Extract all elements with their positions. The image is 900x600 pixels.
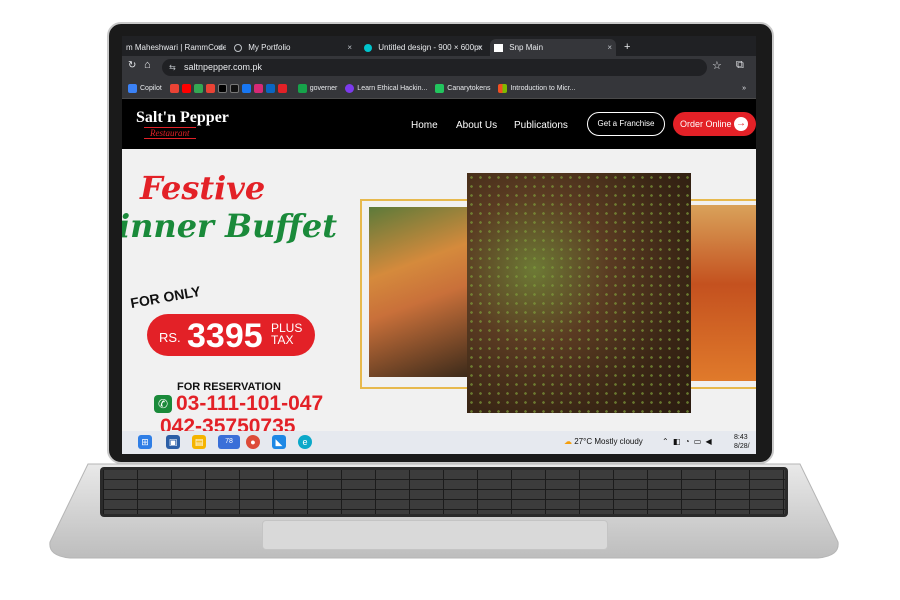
windows-start-icon[interactable]: ⊞ — [138, 435, 152, 449]
tab-rammcode[interactable]: m Maheshwari | RammCode × — [122, 39, 226, 56]
bookmark-star-icon[interactable]: ☆ — [712, 59, 722, 72]
karahi-photo — [467, 173, 691, 413]
get-franchise-button[interactable]: Get a Franchise — [587, 112, 665, 136]
phone-number-1[interactable]: ✆ 03-111-101-047 — [154, 392, 323, 416]
tab-title: My Portfolio — [248, 43, 291, 52]
tab-title: Snp Main — [509, 43, 544, 52]
browser-tab-bar: m Maheshwari | RammCode × My Portfolio ×… — [122, 36, 756, 56]
bookmark-governer[interactable]: governer — [297, 79, 337, 98]
file-explorer-icon[interactable]: ▤ — [192, 435, 206, 449]
microsoft-icon — [498, 83, 508, 93]
canva-icon — [364, 43, 372, 52]
shield-icon — [345, 83, 355, 93]
site-favicon-icon — [494, 43, 503, 52]
site-header: Salt'n Pepper Restaurant Home About Us P… — [122, 99, 756, 149]
laptop-mockup: m Maheshwari | RammCode × My Portfolio ×… — [0, 0, 900, 600]
facebook-icon — [241, 83, 251, 93]
bookmark-icons-group[interactable] — [169, 79, 290, 98]
curry-photo — [691, 205, 756, 381]
bookmark-microsoft[interactable]: Introduction to Micr... — [498, 79, 575, 98]
tab-snp-main[interactable]: Snp Main × — [490, 39, 616, 56]
extensions-icon[interactable]: ⧉ — [736, 59, 744, 72]
store-app-icon[interactable]: 78 — [218, 435, 240, 449]
arrow-right-icon: → — [734, 117, 748, 131]
price-value: 3395 — [187, 317, 263, 355]
plus-tax-label: PLUS TAX — [271, 322, 302, 346]
x-icon — [229, 83, 239, 93]
for-only-label: FOR ONLY — [129, 282, 202, 312]
tab-portfolio[interactable]: My Portfolio × — [230, 39, 356, 56]
governer-icon — [297, 83, 307, 93]
tiktok-icon — [217, 83, 227, 93]
laptop-keyboard — [100, 467, 788, 517]
linkedin-icon — [265, 83, 275, 93]
close-tab-icon[interactable]: × — [607, 39, 612, 56]
windows-taskbar: ⊞ ▣ ▤ 78 ● ◣ e ☁ 27°C Mostly cloudy ⌃ ◧ … — [122, 431, 756, 454]
tax-label: TAX — [271, 333, 294, 347]
site-logo[interactable]: Salt'n Pepper — [136, 109, 229, 127]
laptop-trackpad — [262, 520, 608, 550]
tab-title: m Maheshwari | RammCode — [126, 43, 226, 52]
canary-icon — [435, 83, 445, 93]
new-tab-button[interactable]: + — [620, 39, 636, 56]
nav-home[interactable]: Home — [411, 120, 438, 131]
instagram-icon — [253, 83, 263, 93]
hero-title-buffet: inner Buffet — [122, 207, 337, 245]
task-view-icon[interactable]: ▣ — [166, 435, 180, 449]
youtube-icon — [181, 83, 191, 93]
bookmarks-bar: Copilot governer Learn Ethical Hackin...… — [122, 79, 756, 99]
tab-title: Untitled design - 900 × 600px — [378, 43, 483, 52]
more-bookmarks-icon[interactable]: » — [742, 79, 746, 98]
nav-publications[interactable]: Publications — [514, 120, 568, 131]
gmail-icon — [169, 83, 179, 93]
store-icon — [277, 83, 287, 93]
bookmark-ethical-hacking[interactable]: Learn Ethical Hackin... — [345, 79, 427, 98]
taskbar-clock[interactable]: 8:43 8/28/ — [734, 433, 750, 451]
url-text: saltnpepper.com.pk — [184, 62, 263, 72]
gmail-icon — [205, 83, 215, 93]
hero-title-festive: Festive — [140, 169, 266, 207]
site-info-icon[interactable]: ⇆ — [169, 59, 176, 76]
system-tray[interactable]: ⌃ ◧ ◔ ▭ ◀ — [662, 437, 713, 446]
bookmark-copilot[interactable]: Copilot — [128, 79, 162, 98]
order-online-button[interactable]: Order Online → — [673, 112, 756, 136]
order-online-label: Order Online — [680, 119, 732, 129]
weather-widget[interactable]: ☁ 27°C Mostly cloudy — [564, 437, 643, 446]
weather-sun-icon: ☁ — [564, 437, 572, 446]
globe-icon — [234, 43, 242, 52]
reload-icon[interactable]: ↻ — [128, 60, 136, 71]
tab-canva[interactable]: Untitled design - 900 × 600px × — [360, 39, 486, 56]
maps-icon — [193, 83, 203, 93]
phone-number-2[interactable]: 042-35750735 — [160, 415, 295, 431]
close-tab-icon[interactable]: × — [347, 39, 352, 56]
vscode-icon[interactable]: ◣ — [272, 435, 286, 449]
nav-about-us[interactable]: About Us — [456, 120, 497, 131]
currency-label: RS. — [159, 330, 181, 345]
kebab-photo — [369, 207, 469, 377]
address-bar[interactable]: ⇆ saltnpepper.com.pk — [162, 59, 707, 76]
copilot-icon — [128, 83, 137, 93]
price-badge: RS. 3395 PLUS TAX — [147, 314, 315, 356]
hero-banner: Festive inner Buffet FOR ONLY RS. 3395 P… — [122, 149, 756, 431]
phone-icon: ✆ — [154, 395, 172, 414]
bookmark-canarytokens[interactable]: Canarytokens — [435, 79, 491, 98]
close-tab-icon[interactable]: × — [217, 39, 222, 56]
edge-icon[interactable]: e — [298, 435, 312, 449]
laptop-screen: m Maheshwari | RammCode × My Portfolio ×… — [122, 36, 756, 454]
chrome-icon[interactable]: ● — [246, 435, 260, 449]
site-logo-subtitle: Restaurant — [144, 127, 196, 139]
browser-toolbar: ↻ ⌂ ⇆ saltnpepper.com.pk ☆ ⧉ — [122, 56, 756, 79]
close-tab-icon[interactable]: × — [477, 39, 482, 56]
home-icon[interactable]: ⌂ — [144, 59, 151, 71]
